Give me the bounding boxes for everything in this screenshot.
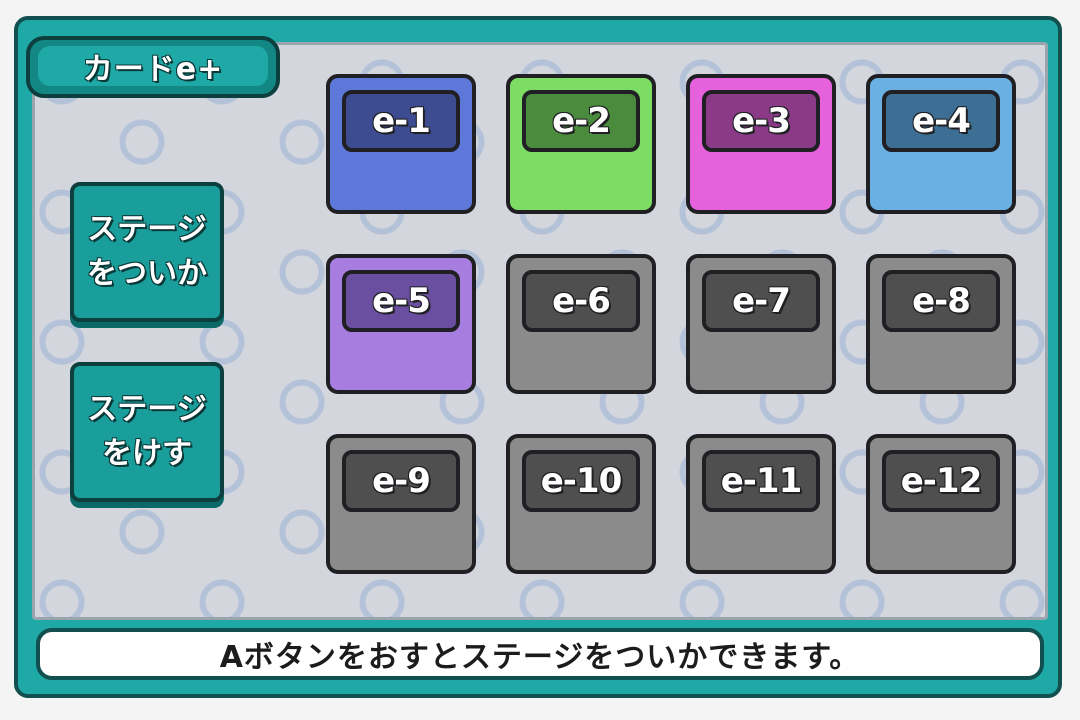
card-e-11[interactable]: e-11 — [686, 434, 836, 574]
card-label: e-6 — [522, 270, 640, 332]
add-stage-label-line1: ステージ — [87, 212, 207, 247]
card-label: e-7 — [702, 270, 820, 332]
card-e-5[interactable]: e-5 — [326, 254, 476, 394]
title-tab: カードe+ — [26, 36, 280, 98]
add-stage-button[interactable]: ステージ をついか — [70, 182, 224, 322]
card-label: e-11 — [702, 450, 820, 512]
card-label: e-12 — [882, 450, 1000, 512]
card-e-12[interactable]: e-12 — [866, 434, 1016, 574]
card-label: e-4 — [882, 90, 1000, 152]
card-e-4[interactable]: e-4 — [866, 74, 1016, 214]
card-label: e-8 — [882, 270, 1000, 332]
card-e-2[interactable]: e-2 — [506, 74, 656, 214]
card-e-8[interactable]: e-8 — [866, 254, 1016, 394]
card-e-7[interactable]: e-7 — [686, 254, 836, 394]
remove-stage-label-line2: をけす — [102, 436, 192, 471]
card-label: e-10 — [522, 450, 640, 512]
add-stage-label-line2: をついか — [87, 256, 207, 291]
card-label: e-1 — [342, 90, 460, 152]
card-label: e-9 — [342, 450, 460, 512]
card-e-6[interactable]: e-6 — [506, 254, 656, 394]
remove-stage-button[interactable]: ステージ をけす — [70, 362, 224, 502]
page-title: カードe+ — [38, 46, 268, 87]
card-e-9[interactable]: e-9 — [326, 434, 476, 574]
card-label: e-3 — [702, 90, 820, 152]
remove-stage-label-line1: ステージ — [87, 392, 207, 427]
card-label: e-2 — [522, 90, 640, 152]
card-e-3[interactable]: e-3 — [686, 74, 836, 214]
card-label: e-5 — [342, 270, 460, 332]
card-e-1[interactable]: e-1 — [326, 74, 476, 214]
message-bar: Aボタンをおすとステージをついかできます。 — [36, 628, 1044, 680]
card-e-10[interactable]: e-10 — [506, 434, 656, 574]
